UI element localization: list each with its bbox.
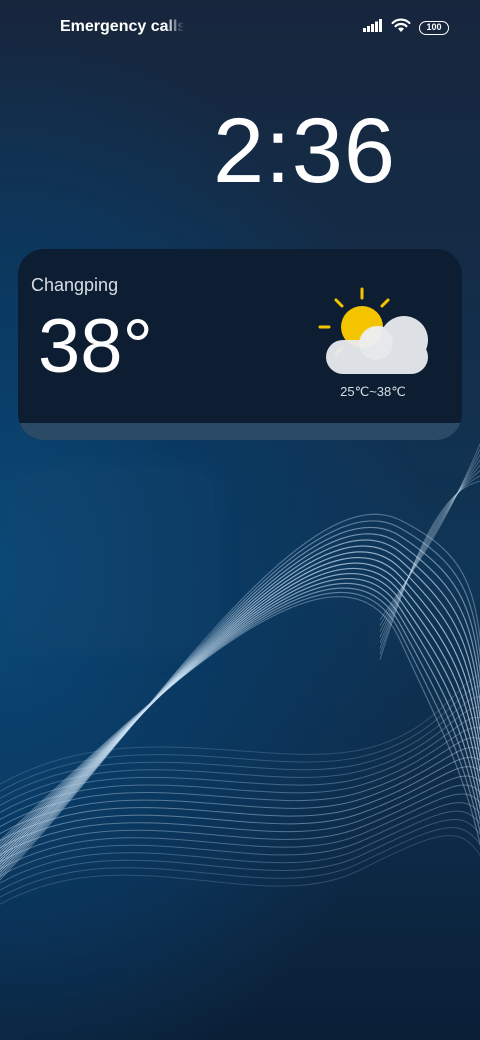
battery-level: 100 bbox=[426, 22, 442, 32]
partly-cloudy-icon bbox=[316, 285, 432, 381]
wave-line bbox=[0, 737, 480, 828]
wave-line bbox=[0, 696, 480, 800]
wave-line bbox=[0, 793, 480, 870]
wave-line bbox=[0, 685, 480, 792]
wave-line bbox=[0, 674, 480, 785]
wave-line bbox=[0, 775, 480, 856]
blurred-widget bbox=[18, 470, 214, 648]
carrier-status-text: Emergency calls only bbox=[60, 18, 184, 35]
wave-line bbox=[0, 756, 480, 842]
weather-range: 25℃~38℃ bbox=[340, 384, 406, 399]
wave-line bbox=[379, 469, 480, 649]
wave-line bbox=[379, 459, 480, 638]
signal-icon bbox=[363, 18, 383, 37]
wave-line bbox=[0, 810, 480, 884]
lock-screen-clock: 2:36 bbox=[213, 100, 397, 202]
wave-line bbox=[0, 766, 480, 849]
wave-line bbox=[379, 448, 480, 626]
wave-line bbox=[0, 827, 480, 898]
wifi-icon bbox=[391, 17, 411, 38]
wave-line bbox=[0, 706, 480, 807]
wave-line bbox=[379, 442, 480, 621]
weather-city: Changping bbox=[31, 275, 119, 295]
status-bar: Emergency calls only 100 bbox=[0, 0, 480, 58]
wave-line bbox=[0, 818, 480, 891]
wave-line bbox=[0, 727, 480, 821]
wave-line bbox=[0, 747, 480, 835]
wave-line bbox=[379, 475, 480, 655]
weather-temperature: 38° bbox=[38, 304, 153, 389]
wave-line bbox=[0, 802, 480, 877]
wave-line bbox=[0, 784, 480, 863]
wave-line bbox=[379, 453, 480, 632]
wave-line bbox=[379, 464, 480, 644]
wave-line bbox=[0, 835, 480, 906]
battery-icon: 100 bbox=[419, 20, 449, 35]
weather-widget[interactable]: Changping 38° 25℃~38℃ bbox=[18, 249, 462, 440]
wave-line bbox=[0, 596, 480, 846]
wave-line bbox=[0, 717, 480, 814]
wave-line bbox=[379, 480, 480, 661]
status-icons: 100 bbox=[363, 17, 449, 38]
